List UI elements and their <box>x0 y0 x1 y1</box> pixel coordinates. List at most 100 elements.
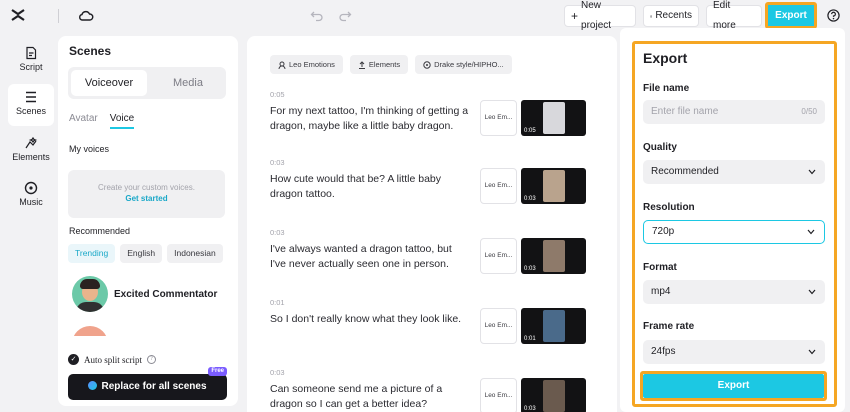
scene-script-text[interactable]: How cute would that be? A little baby dr… <box>270 172 470 202</box>
format-select[interactable]: mp4 <box>643 280 825 304</box>
upload-icon <box>358 60 365 69</box>
scene-row[interactable]: 0:03 I've always wanted a dragon tattoo, … <box>270 228 600 274</box>
scene-avatar-button[interactable]: Leo Em... <box>480 168 517 204</box>
scene-time: 0:05 <box>270 90 285 99</box>
scene-thumbnail[interactable]: 0:03 <box>521 168 586 204</box>
scene-thumbnail[interactable]: 0:03 <box>521 378 586 412</box>
cloud-icon[interactable] <box>78 8 94 24</box>
chip-english[interactable]: English <box>120 244 163 263</box>
auto-split-option[interactable]: ✓ Auto split script ? <box>68 354 156 365</box>
thumbnail-image <box>543 102 565 134</box>
scene-time: 0:03 <box>270 158 285 167</box>
scene-row[interactable]: 0:05 For my next tattoo, I'm thinking of … <box>270 90 600 136</box>
voice-item[interactable]: Excited Commentator <box>72 276 217 312</box>
voice-name: Excited Commentator <box>114 288 218 300</box>
scene-row[interactable]: 0:03 How cute would that be? A little bab… <box>270 158 600 204</box>
music-icon <box>423 60 431 69</box>
music-tool-button[interactable]: Drake style/HIPHO... <box>415 55 512 74</box>
custom-voice-hint: Create your custom voices. <box>98 183 195 192</box>
format-label: Format <box>643 262 677 273</box>
get-started-link[interactable]: Get started <box>68 194 225 203</box>
chip-trending[interactable]: Trending <box>68 244 116 263</box>
rail-label: Scenes <box>15 106 47 116</box>
checkbox-checked-icon[interactable]: ✓ <box>68 354 79 365</box>
scene-thumbnail[interactable]: 0:01 <box>521 308 586 344</box>
left-rail: Script Scenes Elements Music <box>0 32 60 412</box>
char-count: 0/50 <box>801 107 817 116</box>
scene-thumbnail[interactable]: 0:05 <box>521 100 586 136</box>
script-panel: Leo Emotions Elements Drake style/HIPHO.… <box>247 36 617 412</box>
rail-label: Script <box>19 62 43 72</box>
plus-icon: + <box>571 9 579 23</box>
edit-more-button[interactable]: Edit more <box>706 0 762 31</box>
scene-duration: 0:03 <box>524 406 536 412</box>
quality-value: Recommended <box>651 166 719 177</box>
tab-media[interactable]: Media <box>154 70 222 96</box>
my-voices-heading: My voices <box>69 144 110 154</box>
help-icon[interactable] <box>827 9 840 22</box>
frame-rate-value: 24fps <box>651 346 676 357</box>
export-button[interactable]: Export <box>643 374 824 398</box>
recents-label: Recents <box>655 10 692 21</box>
tab-voice[interactable]: Voice <box>109 113 135 129</box>
recents-button[interactable]: Recents <box>643 5 699 27</box>
file-name-field[interactable]: 0/50 <box>643 100 825 124</box>
tab-voiceover[interactable]: Voiceover <box>71 70 147 96</box>
scene-avatar-button[interactable]: Leo Em... <box>480 308 517 344</box>
scene-script-text[interactable]: So I don't really know what they look li… <box>270 312 470 327</box>
format-value: mp4 <box>651 286 671 297</box>
file-name-input[interactable] <box>651 106 791 117</box>
panel-title: Scenes <box>69 44 112 58</box>
resolution-select[interactable]: 720p <box>643 220 825 244</box>
auto-split-label: Auto split script <box>84 354 142 365</box>
sparkle-icon <box>88 381 98 390</box>
avatar[interactable] <box>72 326 108 336</box>
replace-all-scenes-button[interactable]: Replace for all scenes Free <box>68 367 227 400</box>
chip-indonesian[interactable]: Indonesian <box>167 244 223 263</box>
tool-label: Drake style/HIPHO... <box>434 60 504 69</box>
export-title: Export <box>643 50 688 66</box>
recommended-heading: Recommended <box>69 226 131 236</box>
help-icon[interactable]: ? <box>147 355 156 364</box>
rail-item-scenes[interactable]: Scenes <box>8 84 54 126</box>
rail-item-script[interactable]: Script <box>8 40 54 82</box>
custom-voice-card: Create your custom voices. Get started <box>68 170 225 218</box>
scene-duration: 0:01 <box>524 336 536 342</box>
elements-tool-button[interactable]: Elements <box>349 55 409 74</box>
chevron-down-icon <box>808 289 816 295</box>
thumbnail-image <box>543 170 565 202</box>
new-project-button[interactable]: + New project <box>564 0 636 31</box>
scene-script-text[interactable]: For my next tattoo, I'm thinking of gett… <box>270 104 470 134</box>
rail-item-elements[interactable]: Elements <box>8 130 54 172</box>
scene-time: 0:01 <box>270 298 285 307</box>
elements-icon <box>25 136 38 149</box>
scene-row[interactable]: 0:03 Can someone send me a picture of a d… <box>270 368 600 412</box>
avatar-tool-button[interactable]: Leo Emotions <box>270 55 343 74</box>
script-toolbar: Leo Emotions Elements Drake style/HIPHO.… <box>270 55 512 74</box>
quality-label: Quality <box>643 142 677 153</box>
scene-avatar-button[interactable]: Leo Em... <box>480 378 517 412</box>
export-button-top[interactable]: Export <box>765 2 817 29</box>
frame-rate-select[interactable]: 24fps <box>643 340 825 364</box>
voice-subtabs: Avatar Voice <box>69 113 135 129</box>
undo-icon[interactable] <box>310 8 324 22</box>
tool-label: Elements <box>368 60 401 69</box>
scene-script-text[interactable]: Can someone send me a picture of a drago… <box>270 382 470 412</box>
scene-thumbnail[interactable]: 0:03 <box>521 238 586 274</box>
tab-avatar[interactable]: Avatar <box>69 113 98 129</box>
chevron-down-icon <box>808 349 816 355</box>
rail-item-music[interactable]: Music <box>8 175 54 217</box>
export-button-top-label: Export <box>768 5 814 26</box>
resolution-label: Resolution <box>643 202 695 213</box>
quality-select[interactable]: Recommended <box>643 160 825 184</box>
capcut-logo-icon[interactable] <box>10 7 26 23</box>
frame-rate-label: Frame rate <box>643 321 695 332</box>
scene-avatar-button[interactable]: Leo Em... <box>480 100 517 136</box>
scene-row[interactable]: 0:01 So I don't really know what they loo… <box>270 298 600 344</box>
scene-script-text[interactable]: I've always wanted a dragon tattoo, but … <box>270 242 470 272</box>
redo-icon[interactable] <box>338 8 352 22</box>
scene-avatar-button[interactable]: Leo Em... <box>480 238 517 274</box>
scenes-panel: Scenes Voiceover Media Avatar Voice My v… <box>58 36 238 406</box>
scene-duration: 0:03 <box>524 196 536 202</box>
music-icon <box>24 181 38 195</box>
